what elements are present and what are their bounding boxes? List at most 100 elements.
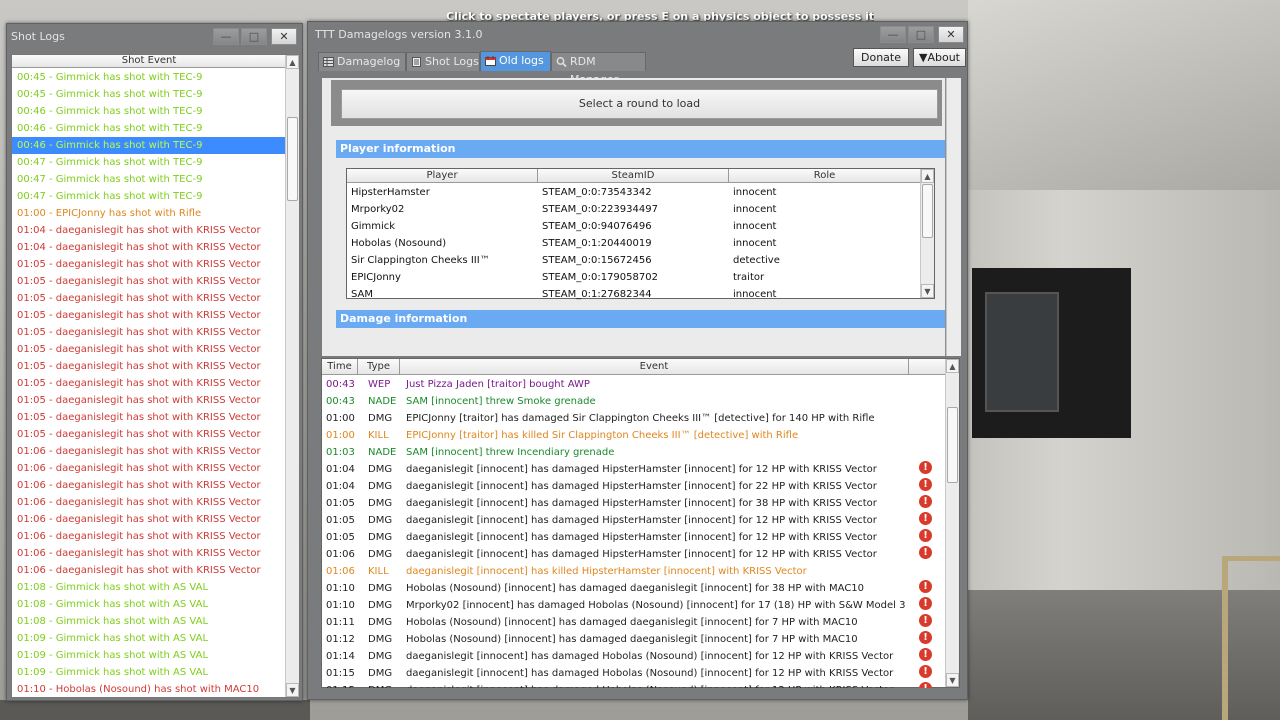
tab-damagelog[interactable]: Damagelog xyxy=(318,52,406,71)
damage-information-header[interactable]: Damage information xyxy=(336,310,945,328)
event-row[interactable]: 01:00 KILL EPICJonny [traitor] has killed … xyxy=(322,427,946,444)
player-row[interactable]: EPICJonny STEAM_0:0:179058702 traitor xyxy=(347,269,921,286)
shot-log-row[interactable]: 01:05 - daeganislegit has shot with KRIS… xyxy=(12,358,286,375)
shot-log-row[interactable]: 01:09 - Gimmick has shot with AS VAL xyxy=(12,630,286,647)
event-log-scrollbar[interactable]: ▲ ▼ xyxy=(945,359,959,687)
shot-log-row[interactable]: 01:06 - daeganislegit has shot with KRIS… xyxy=(12,545,286,562)
damagelog-titlebar[interactable]: TTT Damagelogs version 3.1.0 — □ ✕ xyxy=(308,22,967,46)
shot-log-row[interactable]: 00:47 - Gimmick has shot with TEC-9 xyxy=(12,171,286,188)
shot-log-row[interactable]: 01:06 - daeganislegit has shot with KRIS… xyxy=(12,460,286,477)
shot-log-row[interactable]: 01:05 - daeganislegit has shot with KRIS… xyxy=(12,273,286,290)
shot-log-row[interactable]: 01:05 - daeganislegit has shot with KRIS… xyxy=(12,375,286,392)
player-row[interactable]: SAM STEAM_0:1:27682344 innocent xyxy=(347,286,921,303)
scroll-thumb[interactable] xyxy=(947,407,958,483)
player-row[interactable]: Sir Clappington Cheeks III™ STEAM_0:0:156… xyxy=(347,252,921,269)
shot-log-row[interactable]: 01:05 - daeganislegit has shot with KRIS… xyxy=(12,256,286,273)
rdm-warning-icon[interactable]: ! xyxy=(919,665,932,678)
event-row[interactable]: 01:05 DMG daeganislegit [innocent] has dam… xyxy=(322,495,946,512)
shot-log-row[interactable]: 01:08 - Gimmick has shot with AS VAL xyxy=(12,579,286,596)
minimize-button[interactable]: — xyxy=(213,28,239,45)
close-button[interactable]: ✕ xyxy=(938,26,964,43)
rdm-warning-icon[interactable]: ! xyxy=(919,478,932,491)
rdm-warning-icon[interactable]: ! xyxy=(919,529,932,542)
shot-log-row[interactable]: 01:09 - Gimmick has shot with AS VAL xyxy=(12,647,286,664)
shot-log-row[interactable]: 01:06 - daeganislegit has shot with KRIS… xyxy=(12,528,286,545)
player-row[interactable]: Gimmick STEAM_0:0:94076496 innocent xyxy=(347,218,921,235)
event-row[interactable]: 01:06 KILL daeganislegit [innocent] has ki… xyxy=(322,563,946,580)
rdm-warning-icon[interactable]: ! xyxy=(919,495,932,508)
shot-log-row[interactable]: 01:08 - Gimmick has shot with AS VAL xyxy=(12,596,286,613)
shot-log-row[interactable]: 01:10 - Hobolas (Nosound) has shot with … xyxy=(12,681,286,698)
tab-rdm-manager[interactable]: RDM Manager xyxy=(551,52,646,86)
shot-log-row[interactable]: 00:47 - Gimmick has shot with TEC-9 xyxy=(12,188,286,205)
shot-log-row[interactable]: 01:05 - daeganislegit has shot with KRIS… xyxy=(12,290,286,307)
event-row[interactable]: 01:10 DMG Mrporky02 [innocent] has damaged… xyxy=(322,597,946,614)
event-row[interactable]: 01:14 DMG daeganislegit [innocent] has dam… xyxy=(322,648,946,665)
time-column-header[interactable]: Time xyxy=(322,359,358,375)
rdm-warning-icon[interactable]: ! xyxy=(919,461,932,474)
rdm-warning-icon[interactable]: ! xyxy=(919,614,932,627)
event-row[interactable]: 01:10 DMG Hobolas (Nosound) [innocent] has… xyxy=(322,580,946,597)
player-column-header[interactable]: Player xyxy=(347,169,538,183)
flag-column-header[interactable] xyxy=(909,359,946,375)
role-column-header[interactable]: Role xyxy=(729,169,921,183)
shot-log-row[interactable]: 00:46 - Gimmick has shot with TEC-9 xyxy=(12,120,286,137)
shot-log-row[interactable]: 01:09 - Gimmick has shot with AS VAL xyxy=(12,664,286,681)
tab-shot-logs[interactable]: Shot Logs xyxy=(406,52,480,71)
event-row[interactable]: 01:05 DMG daeganislegit [innocent] has dam… xyxy=(322,529,946,546)
shot-log-row[interactable]: 01:05 - daeganislegit has shot with KRIS… xyxy=(12,324,286,341)
rdm-warning-icon[interactable]: ! xyxy=(919,597,932,610)
event-row[interactable]: 01:15 DMG daeganislegit [innocent] has dam… xyxy=(322,665,946,682)
shot-log-row[interactable]: 00:46 - Gimmick has shot with TEC-9 xyxy=(12,103,286,120)
rdm-warning-icon[interactable]: ! xyxy=(919,512,932,525)
shot-log-row[interactable]: 01:05 - daeganislegit has shot with KRIS… xyxy=(12,409,286,426)
rdm-warning-icon[interactable]: ! xyxy=(919,631,932,644)
rdm-warning-icon[interactable]: ! xyxy=(919,648,932,661)
event-row[interactable]: 00:43 WEP Just Pizza Jaden [traitor] bough… xyxy=(322,376,946,393)
scroll-up-icon[interactable]: ▲ xyxy=(946,359,959,373)
player-table-scrollbar[interactable]: ▲ ▼ xyxy=(920,169,934,298)
rdm-warning-icon[interactable]: ! xyxy=(919,580,932,593)
rdm-warning-icon[interactable]: ! xyxy=(919,546,932,559)
scroll-up-icon[interactable]: ▲ xyxy=(286,55,299,69)
shot-log-row[interactable]: 01:08 - Gimmick has shot with AS VAL xyxy=(12,613,286,630)
player-row[interactable]: HipsterHamster STEAM_0:0:73543342 innocent xyxy=(347,184,921,201)
scroll-thumb[interactable] xyxy=(287,117,298,201)
scroll-thumb[interactable] xyxy=(922,184,933,238)
shot-event-column-header[interactable]: Shot Event xyxy=(12,55,286,68)
donate-button[interactable]: Donate xyxy=(853,48,909,67)
panel-scrollbar[interactable] xyxy=(946,78,961,356)
maximize-button[interactable]: □ xyxy=(908,26,934,43)
event-row[interactable]: 01:06 DMG daeganislegit [innocent] has dam… xyxy=(322,546,946,563)
type-column-header[interactable]: Type xyxy=(358,359,400,375)
scroll-down-icon[interactable]: ▼ xyxy=(946,673,959,687)
shot-log-row[interactable]: 01:00 - EPICJonny has shot with Rifle xyxy=(12,205,286,222)
shot-log-row[interactable]: 00:46 - Gimmick has shot with TEC-9 xyxy=(12,137,286,154)
select-round-button[interactable]: Select a round to load xyxy=(341,89,938,119)
event-column-header[interactable]: Event xyxy=(400,359,909,375)
rdm-warning-icon[interactable]: ! xyxy=(919,682,932,688)
shot-log-row[interactable]: 00:45 - Gimmick has shot with TEC-9 xyxy=(12,69,286,86)
shot-log-row[interactable]: 01:05 - daeganislegit has shot with KRIS… xyxy=(12,341,286,358)
shot-log-scrollbar[interactable]: ▲ ▼ xyxy=(285,55,299,697)
scroll-up-icon[interactable]: ▲ xyxy=(921,169,934,183)
shot-logs-titlebar[interactable]: Shot Logs — □ ✕ xyxy=(7,24,302,48)
event-row[interactable]: 01:11 DMG Hobolas (Nosound) [innocent] has… xyxy=(322,614,946,631)
event-row[interactable]: 01:00 DMG EPICJonny [traitor] has damaged … xyxy=(322,410,946,427)
event-row[interactable]: 01:03 NADE SAM [innocent] threw Incendiary… xyxy=(322,444,946,461)
player-row[interactable]: Hobolas (Nosound) STEAM_0:1:20440019 innoc… xyxy=(347,235,921,252)
scroll-down-icon[interactable]: ▼ xyxy=(921,284,934,298)
shot-log-row[interactable]: 01:06 - daeganislegit has shot with KRIS… xyxy=(12,511,286,528)
shot-log-row[interactable]: 01:06 - daeganislegit has shot with KRIS… xyxy=(12,443,286,460)
maximize-button[interactable]: □ xyxy=(241,28,267,45)
player-information-header[interactable]: Player information xyxy=(336,140,945,158)
shot-log-row[interactable]: 01:05 - daeganislegit has shot with KRIS… xyxy=(12,307,286,324)
steamid-column-header[interactable]: SteamID xyxy=(538,169,729,183)
close-button[interactable]: ✕ xyxy=(271,28,297,45)
shot-log-row[interactable]: 00:47 - Gimmick has shot with TEC-9 xyxy=(12,154,286,171)
shot-log-row[interactable]: 01:04 - daeganislegit has shot with KRIS… xyxy=(12,239,286,256)
shot-log-row[interactable]: 01:05 - daeganislegit has shot with KRIS… xyxy=(12,426,286,443)
event-row[interactable]: 01:12 DMG Hobolas (Nosound) [innocent] has… xyxy=(322,631,946,648)
player-row[interactable]: Mrporky02 STEAM_0:0:223934497 innocent xyxy=(347,201,921,218)
event-row[interactable]: 01:05 DMG daeganislegit [innocent] has dam… xyxy=(322,512,946,529)
